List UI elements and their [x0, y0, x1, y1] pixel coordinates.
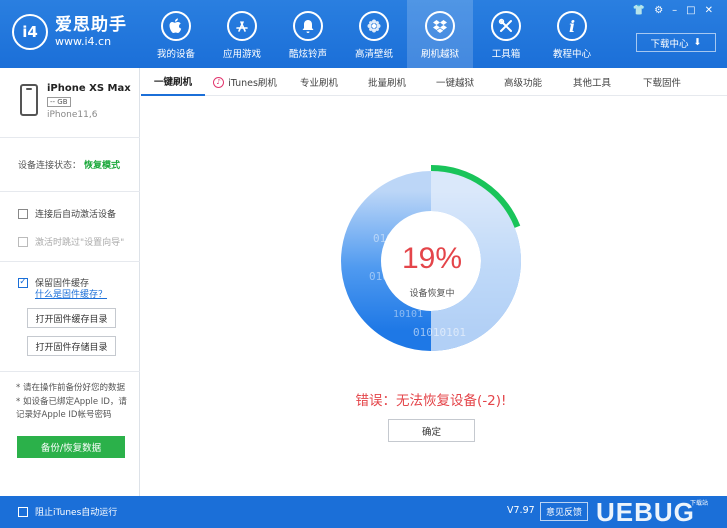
device-model: iPhone11,6 — [47, 110, 98, 120]
tab-itunes-flash[interactable]: ♪ iTunes刷机 — [205, 68, 285, 96]
block-itunes-checkbox[interactable] — [18, 506, 28, 517]
tab-advanced[interactable]: 高级功能 — [489, 68, 557, 96]
progress-label: 设备恢复中 — [409, 289, 455, 299]
tab-download-firmware[interactable]: 下载固件 — [627, 68, 697, 96]
nav-my-device[interactable]: 我的设备 — [143, 0, 209, 68]
itunes-icon: ♪ — [213, 76, 225, 88]
tab-one-click-flash[interactable]: 一键刷机 — [141, 68, 205, 96]
skip-setup-checkbox[interactable] — [18, 236, 28, 247]
app-name: 爱思助手 — [55, 14, 127, 35]
main-nav: 我的设备 应用游戏 酷炫铃声 高清壁纸 刷机越狱 工具箱 i 教程中心 — [143, 0, 605, 68]
download-icon: ⬇ — [693, 37, 702, 48]
sidebar: iPhone XS Max -- GB iPhone11,6 设备连接状态： 恢… — [0, 68, 140, 496]
nav-ringtones[interactable]: 酷炫铃声 — [275, 0, 341, 68]
main-panel: 0101 0101 10101 01010101 19% 设备恢复中 错误：无法… — [141, 97, 727, 496]
open-store-dir-button[interactable]: 打开固件存储目录 — [27, 336, 116, 356]
apple-icon — [161, 11, 191, 41]
tab-pro-flash[interactable]: 专业刷机 — [285, 68, 353, 96]
keep-cache-checkbox[interactable]: ✓ — [18, 277, 28, 288]
tab-batch-flash[interactable]: 批量刷机 — [353, 68, 421, 96]
block-itunes-option[interactable]: 阻止iTunes自动运行 — [18, 505, 117, 518]
flash-tabs: 一键刷机 ♪ iTunes刷机 专业刷机 批量刷机 一键越狱 高级功能 其他工具… — [141, 68, 727, 96]
tools-icon — [491, 11, 521, 41]
device-info: iPhone XS Max -- GB iPhone11,6 — [0, 68, 140, 138]
phone-icon — [20, 84, 38, 116]
maximize-icon[interactable]: □ — [686, 5, 695, 16]
logo-icon: i4 — [12, 14, 48, 50]
tab-jailbreak[interactable]: 一键越狱 — [421, 68, 489, 96]
title-bar: i4 爱思助手 www.i4.cn 我的设备 应用游戏 酷炫铃声 高清壁纸 刷机… — [0, 0, 727, 68]
progress-percent: 19% — [401, 242, 463, 275]
app-logo: i4 爱思助手 www.i4.cn — [12, 14, 127, 50]
status-badge: 恢复模式 — [84, 161, 121, 171]
app-url: www.i4.cn — [55, 34, 112, 48]
skin-icon[interactable]: 👕 — [633, 5, 645, 16]
error-message: 错误：无法恢复设备(-2)! — [355, 393, 507, 409]
tab-other-tools[interactable]: 其他工具 — [557, 68, 627, 96]
tips: * 请在操作前备份好您的数据 * 如设备已绑定Apple ID，请记录好Appl… — [16, 383, 127, 420]
binary-text: 01010101 — [413, 326, 466, 339]
feedback-button[interactable]: 意见反馈 — [540, 502, 588, 521]
open-cache-dir-button[interactable]: 打开固件缓存目录 — [27, 308, 116, 328]
dropbox-icon — [425, 11, 455, 41]
binary-text: 10101 — [393, 309, 423, 320]
window-controls: 👕 ⚙ – □ ✕ — [633, 5, 713, 16]
what-is-cache-link[interactable]: 什么是固件缓存？ — [35, 287, 107, 300]
auto-activate-checkbox[interactable] — [18, 208, 28, 219]
nav-flash-jailbreak[interactable]: 刷机越狱 — [407, 0, 473, 68]
device-name: iPhone XS Max — [47, 83, 131, 94]
download-center-button[interactable]: 下载中心 ⬇ — [636, 33, 716, 52]
watermark-sub: 下载站 — [690, 500, 709, 507]
nav-apps-games[interactable]: 应用游戏 — [209, 0, 275, 68]
flower-icon — [359, 11, 389, 41]
nav-toolbox[interactable]: 工具箱 — [473, 0, 539, 68]
backup-restore-button[interactable]: 备份/恢复数据 — [17, 436, 125, 458]
version-label: V7.97 — [507, 505, 535, 516]
watermark-logo: UEBUG — [596, 497, 695, 527]
confirm-button[interactable]: 确定 — [388, 419, 475, 442]
close-icon[interactable]: ✕ — [705, 5, 713, 16]
nav-tutorials[interactable]: i 教程中心 — [539, 0, 605, 68]
app-store-icon — [227, 11, 257, 41]
nav-wallpapers[interactable]: 高清壁纸 — [341, 0, 407, 68]
connection-status: 设备连接状态： 恢复模式 — [0, 138, 140, 192]
minimize-icon[interactable]: – — [672, 5, 677, 16]
status-bar: 阻止iTunes自动运行 V7.97 意见反馈 UEBUG 下载站 — [0, 496, 727, 528]
bell-icon — [293, 11, 323, 41]
device-capacity: -- GB — [47, 97, 71, 107]
auto-activate-option[interactable]: 连接后自动激活设备 — [18, 207, 116, 220]
settings-icon[interactable]: ⚙ — [654, 5, 663, 16]
info-icon: i — [557, 11, 587, 41]
skip-setup-option[interactable]: 激活时跳过"设置向导" — [18, 235, 124, 248]
